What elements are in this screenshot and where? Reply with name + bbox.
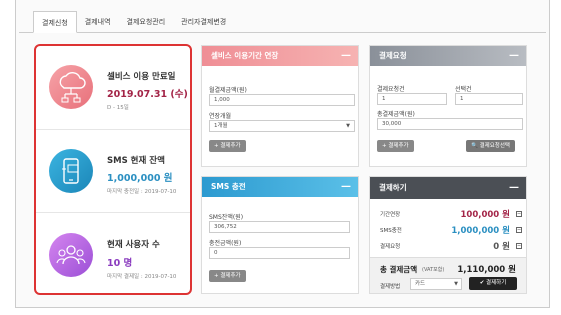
payment-method-label: 결제방법 <box>380 284 401 290</box>
payment-request-card: 결제요청 — 결제요청건 1 선택건 1 총결제금액(원) 30,000 + 결… <box>369 45 527 167</box>
charge-amount-input[interactable]: 0 <box>209 247 350 259</box>
tab-bar: 결제신청 결제내역 결제요청관리 관리자결제변경 <box>19 11 546 33</box>
field-label: 연장개월 <box>209 113 232 120</box>
collapse-icon[interactable]: — <box>341 177 351 197</box>
payment-card: 결제하기 — 기간연장 100,000 원 − SMS충전 1,000,000 … <box>369 176 527 294</box>
card-title: 결제하기 <box>379 183 407 192</box>
field-label: SMS잔액(원) <box>209 214 244 221</box>
collapse-icon[interactable]: — <box>509 177 519 199</box>
payment-line-label: SMS충전 <box>380 228 402 234</box>
field-label: 결제요청건 <box>377 86 405 93</box>
stat-title: 셀비스 이용 만료일 <box>107 72 176 82</box>
check-icon: ✔ <box>479 280 485 286</box>
cloud-network-icon <box>49 65 93 109</box>
dropdown-arrow-icon: ▼ <box>454 281 458 287</box>
payment-line-request: 결제요청 0 원 − <box>370 238 528 254</box>
card-header: 결제하기 — <box>370 177 526 199</box>
field-label: 선택건 <box>455 86 472 93</box>
minus-box-icon[interactable]: − <box>516 211 522 217</box>
extension-months-select[interactable]: 1개월 ▼ <box>209 120 355 132</box>
stat-title: SMS 현재 잔액 <box>107 156 165 166</box>
sms-balance-stat: SMS 현재 잔액 1,000,000 원 마지막 충전일 : 2019-07-… <box>36 129 190 212</box>
user-count-stat: 현재 사용자 수 10 명 마지막 결제일 : 2019-07-10 <box>36 212 190 295</box>
minus-box-icon[interactable]: − <box>516 243 522 249</box>
stat-value: 2019.07.31 (수) <box>107 89 188 100</box>
stat-sub: D - 15일 <box>107 105 129 111</box>
stat-title: 현재 사용자 수 <box>107 240 160 250</box>
card-title: 셀비스 이용기간 연장 <box>211 51 279 60</box>
field-label: 충전금액(원) <box>209 240 242 247</box>
add-payment-button[interactable]: + 결제추가 <box>209 270 246 282</box>
tab-payment-request-manage[interactable]: 결제요청관리 <box>119 11 174 33</box>
card-header: 셀비스 이용기간 연장 — <box>202 46 358 66</box>
service-extension-card: 셀비스 이용기간 연장 — 월결제금액(원) 1,000 연장개월 1개월 ▼ … <box>201 45 359 167</box>
payment-total-area: 총 결제금액 (VAT포함) 1,110,000 원 결제방법 카드 ▼ ✔ 결… <box>370 257 526 293</box>
pay-button[interactable]: ✔ 결제하기 <box>469 277 517 290</box>
select-payment-request-button[interactable]: 🔍 결제요청선택 <box>466 140 515 152</box>
card-header: SMS 충전 — <box>202 177 358 197</box>
payment-line-label: 결제요청 <box>380 244 401 250</box>
payment-line-extension: 기간연장 100,000 원 − <box>370 206 528 222</box>
tab-payment-history[interactable]: 결제내역 <box>77 11 119 33</box>
monthly-amount-input[interactable]: 1,000 <box>209 94 355 106</box>
tab-admin-payment-change[interactable]: 관리자결제변경 <box>173 11 234 33</box>
payment-method-select[interactable]: 카드 ▼ <box>410 278 462 290</box>
payment-line-value: 1,000,000 원 <box>451 226 510 236</box>
sms-balance-input[interactable]: 306,752 <box>209 221 350 233</box>
stat-value: 1,000,000 원 <box>107 173 173 184</box>
total-amount: 1,110,000 원 <box>457 265 516 275</box>
collapse-icon[interactable]: — <box>341 46 351 66</box>
minus-box-icon[interactable]: − <box>516 227 522 233</box>
add-payment-button[interactable]: + 결제추가 <box>209 140 246 152</box>
select-value: 1개월 <box>214 123 228 129</box>
summary-panel: 셀비스 이용 만료일 2019.07.31 (수) D - 15일 SMS 현재… <box>34 44 192 295</box>
payment-line-label: 기간연장 <box>380 212 401 218</box>
selected-count-input[interactable]: 1 <box>455 93 523 105</box>
select-value: 카드 <box>415 281 426 287</box>
field-label: 월결제금액(원) <box>209 87 247 94</box>
request-count-input[interactable]: 1 <box>377 93 447 105</box>
total-label: 총 결제금액 <box>380 265 418 274</box>
vat-note: (VAT포함) <box>422 267 445 273</box>
field-label: 총결제금액(원) <box>377 111 415 118</box>
sms-charge-card: SMS 충전 — SMS잔액(원) 306,752 충전금액(원) 0 + 결제… <box>201 176 359 294</box>
smartphone-icon <box>49 149 93 193</box>
add-payment-button[interactable]: + 결제추가 <box>377 140 414 152</box>
card-title: 결제요청 <box>379 51 407 60</box>
payment-line-value: 0 원 <box>493 242 510 252</box>
users-group-icon <box>49 233 93 277</box>
dropdown-arrow-icon: ▼ <box>346 123 350 129</box>
payment-line-sms: SMS충전 1,000,000 원 − <box>370 222 528 238</box>
card-header: 결제요청 — <box>370 46 526 66</box>
stat-sub: 마지막 결제일 : 2019-07-10 <box>107 274 177 280</box>
card-title: SMS 충전 <box>211 182 246 191</box>
total-amount-input[interactable]: 30,000 <box>377 118 523 130</box>
tab-payment-request[interactable]: 결제신청 <box>33 11 77 33</box>
collapse-icon[interactable]: — <box>509 46 519 66</box>
pay-button-label: 결제하기 <box>486 280 507 286</box>
stat-value: 10 명 <box>107 258 133 269</box>
service-expiry-stat: 셀비스 이용 만료일 2019.07.31 (수) D - 15일 <box>36 46 190 129</box>
stat-sub: 마지막 충전일 : 2019-07-10 <box>107 189 177 195</box>
payment-line-value: 100,000 원 <box>460 210 511 220</box>
